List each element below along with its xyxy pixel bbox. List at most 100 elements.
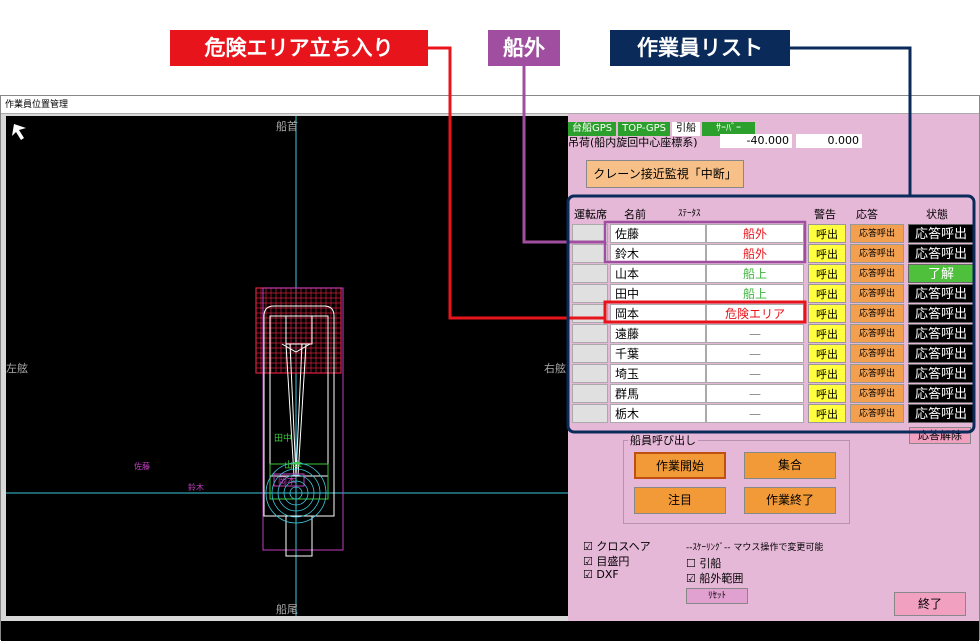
- call-button[interactable]: 呼出: [808, 244, 846, 263]
- worker-name: 埼玉: [610, 364, 706, 383]
- header-name: 名前: [624, 208, 646, 221]
- call-button[interactable]: 呼出: [808, 224, 846, 243]
- work-start-button[interactable]: 作業開始: [634, 452, 726, 479]
- call-button[interactable]: 呼出: [808, 304, 846, 323]
- app-window: 作業員位置管理 船首 船尾 左舷 右舷 田中 山本 岡本 佐藤 鈴木 台船GPS…: [0, 95, 980, 641]
- worker-marker-okamoto: 岡本: [278, 477, 297, 487]
- worker-status: 船上: [706, 264, 804, 283]
- seat-button[interactable]: [572, 384, 608, 403]
- worker-name: 岡本: [610, 304, 706, 323]
- call-button[interactable]: 呼出: [808, 404, 846, 423]
- seat-button[interactable]: [572, 284, 608, 303]
- seat-button[interactable]: [572, 224, 608, 243]
- seat-button[interactable]: [572, 244, 608, 263]
- bow-label: 船首: [276, 120, 298, 133]
- worker-status: 船外: [706, 224, 804, 243]
- scale-circle-checkbox[interactable]: ☑ 目盛円: [583, 553, 629, 569]
- response-call-button[interactable]: 応答呼出: [850, 344, 904, 363]
- worker-name: 山本: [610, 264, 706, 283]
- call-button[interactable]: 呼出: [808, 384, 846, 403]
- attention-button[interactable]: 注目: [634, 487, 726, 514]
- call-button[interactable]: 呼出: [808, 284, 846, 303]
- worker-name: 群馬: [610, 384, 706, 403]
- port-label: 左舷: [6, 362, 28, 375]
- seat-button[interactable]: [572, 264, 608, 283]
- crosshair-label: クロスヘア: [596, 540, 651, 553]
- work-end-button[interactable]: 作業終了: [744, 487, 836, 514]
- worker-status: —: [706, 324, 804, 343]
- response-call-button[interactable]: 応答呼出: [850, 224, 904, 243]
- response-call-button[interactable]: 応答呼出: [850, 244, 904, 263]
- crosshair-checkbox[interactable]: ☑ クロスヘア: [583, 538, 651, 554]
- worker-name: 鈴木: [610, 244, 706, 263]
- call-button[interactable]: 呼出: [808, 324, 846, 343]
- scale-circle-label: 目盛円: [596, 555, 630, 568]
- worker-status: 船外: [706, 244, 804, 263]
- worker-state: 了解: [908, 264, 974, 283]
- worker-state: 応答呼出: [908, 404, 974, 423]
- reset-button[interactable]: ﾘｾｯﾄ: [686, 588, 748, 604]
- hook-label: 吊荷(船内旋回中心座標系): [568, 136, 698, 149]
- worker-state: 応答呼出: [908, 324, 974, 343]
- seat-button[interactable]: [572, 324, 608, 343]
- call-button[interactable]: 呼出: [808, 264, 846, 283]
- ship-view[interactable]: 船首 船尾 左舷 右舷 田中 山本 岡本 佐藤 鈴木: [6, 116, 568, 616]
- status-bar: [1, 621, 979, 641]
- seat-button[interactable]: [572, 344, 608, 363]
- dxf-label: DXF: [596, 568, 619, 581]
- response-call-button[interactable]: 応答呼出: [850, 304, 904, 323]
- north-arrow-icon: [12, 124, 26, 140]
- response-call-button[interactable]: 応答呼出: [850, 284, 904, 303]
- gather-button[interactable]: 集合: [744, 452, 836, 479]
- tug-checkbox[interactable]: ☐ 引船: [686, 555, 721, 571]
- response-call-button[interactable]: 応答呼出: [850, 384, 904, 403]
- hook-x-field: -40.000: [720, 134, 792, 148]
- seat-button[interactable]: [572, 404, 608, 423]
- worker-name: 千葉: [610, 344, 706, 363]
- quit-button[interactable]: 終了: [894, 592, 966, 616]
- worker-state: 応答呼出: [908, 364, 974, 383]
- response-clear-button[interactable]: 応答解除: [909, 427, 971, 444]
- worker-status: 危険エリア: [706, 304, 804, 323]
- worker-name: 栃木: [610, 404, 706, 423]
- gps-status-bar: 台船GPS TOP-GPS 引船 ｻｰﾊﾞｰ: [568, 116, 757, 136]
- call-button[interactable]: 呼出: [808, 364, 846, 383]
- worker-state: 応答呼出: [908, 304, 974, 323]
- hook-y-field: 0.000: [796, 134, 862, 148]
- worker-table: 運転席 名前 ｽﾃｰﾀｽ 警告 応答 状態 佐藤 船外 呼出 応答呼出 応答呼出 鈴木 船外…: [568, 204, 979, 423]
- worker-status: —: [706, 364, 804, 383]
- worker-state: 応答呼出: [908, 284, 974, 303]
- worker-marker-suzuki: 鈴木: [188, 483, 204, 492]
- header-state: 状態: [926, 208, 948, 221]
- tug-label: 引船: [699, 557, 722, 570]
- window-title: 作業員位置管理: [1, 96, 979, 114]
- worker-status: —: [706, 344, 804, 363]
- worker-marker-sato: 佐藤: [134, 462, 150, 471]
- response-call-button[interactable]: 応答呼出: [850, 264, 904, 283]
- worker-state: 応答呼出: [908, 244, 974, 263]
- response-call-button[interactable]: 応答呼出: [850, 364, 904, 383]
- outside-callout: 船外: [488, 30, 560, 66]
- dxf-checkbox[interactable]: ☑ DXF: [583, 568, 619, 581]
- worker-state: 応答呼出: [908, 344, 974, 363]
- worker-status: —: [706, 384, 804, 403]
- outside-range-label: 船外範囲: [699, 572, 744, 585]
- worker-status: 船上: [706, 284, 804, 303]
- outside-range-checkbox[interactable]: ☑ 船外範囲: [686, 570, 743, 586]
- worker-name: 遠藤: [610, 324, 706, 343]
- worker-state: 応答呼出: [908, 384, 974, 403]
- control-panel: 台船GPS TOP-GPS 引船 ｻｰﾊﾞｰ 吊荷(船内旋回中心座標系) -40.00…: [568, 114, 979, 621]
- seat-button[interactable]: [572, 304, 608, 323]
- worker-list-callout: 作業員リスト: [610, 30, 790, 66]
- response-call-button[interactable]: 応答呼出: [850, 324, 904, 343]
- call-button[interactable]: 呼出: [808, 344, 846, 363]
- header-status: ｽﾃｰﾀｽ: [678, 209, 701, 219]
- seat-button[interactable]: [572, 364, 608, 383]
- starboard-label: 右舷: [544, 362, 566, 375]
- response-call-button[interactable]: 応答呼出: [850, 404, 904, 423]
- scaling-note: --ｽｹｰﾘﾝｸﾞ-- マウス操作で変更可能: [686, 543, 824, 553]
- crane-monitor-button[interactable]: クレーン接近監視「中断」: [586, 160, 744, 188]
- ship-drawing: [6, 116, 568, 616]
- danger-area-callout: 危険エリア立ち入り: [170, 30, 428, 66]
- worker-name: 佐藤: [610, 224, 706, 243]
